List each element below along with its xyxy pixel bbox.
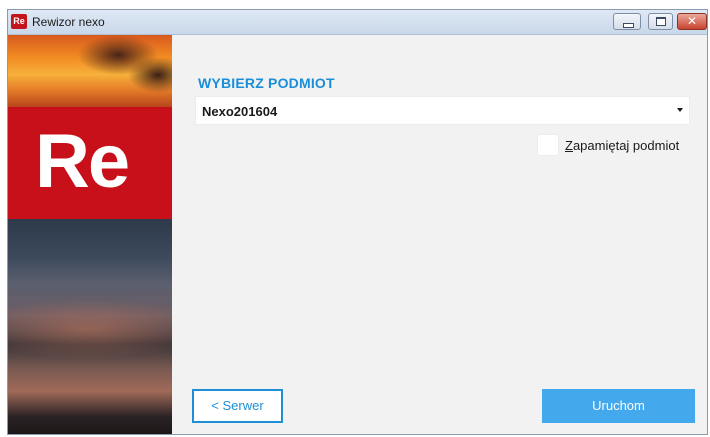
close-button[interactable]: ✕ bbox=[677, 13, 707, 30]
remember-company-label-text: apamiętaj podmiot bbox=[572, 138, 680, 153]
brand-logo: Re bbox=[8, 107, 172, 219]
company-select-value: Nexo201604 bbox=[202, 104, 278, 119]
app-icon: Re bbox=[11, 14, 27, 29]
remember-company-accesskey: Z bbox=[565, 138, 573, 153]
sidebar-banner: Re bbox=[8, 35, 172, 434]
main-panel: WYBIERZ PODMIOT Nexo201604 Zapamiętaj po… bbox=[172, 35, 707, 434]
title-bar[interactable]: Re Rewizor nexo ✕ bbox=[8, 10, 707, 35]
minimize-icon bbox=[614, 14, 640, 29]
run-button[interactable]: Uruchom bbox=[542, 389, 695, 423]
close-icon: ✕ bbox=[686, 14, 698, 28]
company-select[interactable]: Nexo201604 bbox=[195, 96, 690, 125]
sunset-sky-image bbox=[8, 35, 172, 107]
sea-shore-image bbox=[8, 219, 172, 434]
maximize-icon bbox=[649, 14, 672, 29]
remember-company-label[interactable]: Zapamiętaj podmiot bbox=[565, 138, 679, 153]
minimize-button[interactable] bbox=[613, 13, 641, 30]
maximize-button[interactable] bbox=[648, 13, 673, 30]
chevron-down-icon bbox=[677, 108, 683, 112]
page-title: WYBIERZ PODMIOT bbox=[198, 75, 335, 91]
brand-logo-text: Re bbox=[35, 119, 130, 204]
remember-company-checkbox[interactable] bbox=[537, 134, 559, 156]
server-button[interactable]: < Serwer bbox=[192, 389, 283, 423]
window-title: Rewizor nexo bbox=[32, 15, 105, 29]
app-window: Re Rewizor nexo ✕ Re WYBIERZ PODMIOT Nex… bbox=[7, 9, 708, 435]
